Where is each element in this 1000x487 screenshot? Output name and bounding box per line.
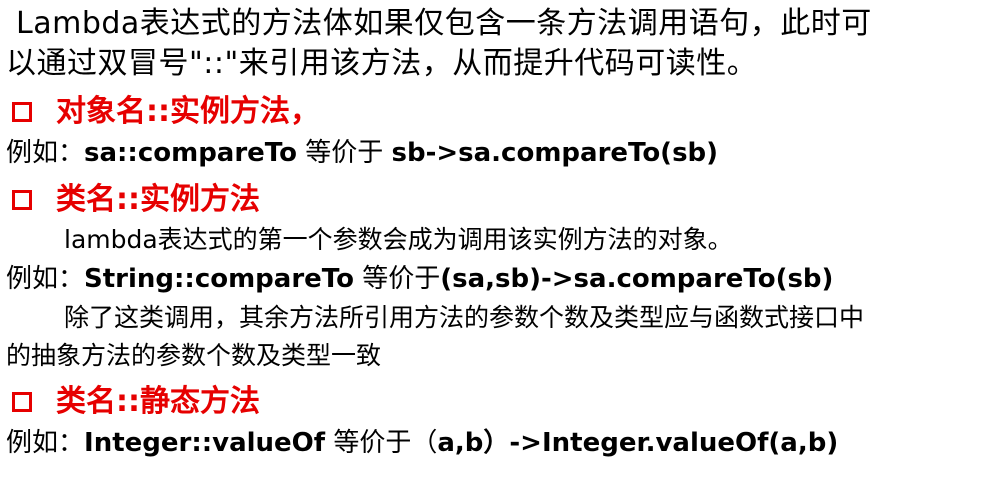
heading-text: 类名::静态方法	[56, 384, 260, 419]
square-bullet-icon	[12, 392, 32, 412]
note-param-match-line-1: 除了这类调用，其余方法所引用方法的参数个数及类型应与函数式接口中	[64, 303, 865, 332]
example-lambda: sb->sa.compareTo(sb)	[391, 138, 719, 168]
heading-text: 类名::实例方法	[56, 182, 260, 217]
intro-line-2: 以通过双冒号"::"来引用该方法，从而提升代码可读性。	[6, 46, 758, 81]
slide: Lambda表达式的方法体如果仅包含一条方法调用语句，此时可 以通过双冒号"::…	[0, 0, 1000, 487]
example-class-instance: 例如：String::compareTo 等价于(sa,sb)->sa.comp…	[6, 260, 994, 298]
example-prefix: 例如：	[6, 138, 85, 168]
note-first-param: lambda表达式的第一个参数会成为调用该实例方法的对象。	[64, 225, 733, 254]
example-method-ref: Integer::valueOf	[84, 428, 326, 458]
example-class-static: 例如：Integer::valueOf 等价于（a,b）->Integer.va…	[6, 424, 994, 462]
square-bullet-icon	[12, 102, 32, 122]
example-method-ref: String::compareTo	[84, 264, 354, 294]
example-object-instance: 例如：sa::compareTo 等价于 sb->sa.compareTo(sb…	[6, 134, 994, 172]
example-lambda: (sa,sb)->sa.compareTo(sb)	[440, 264, 834, 294]
example-equivalent-label: 等价于	[353, 264, 441, 294]
section-heading-object-instance: 对象名::实例方法，	[6, 92, 994, 132]
heading-text: 对象名::实例方法，	[56, 94, 320, 129]
example-method-ref: sa::compareTo	[84, 138, 297, 168]
square-bullet-icon	[12, 190, 32, 210]
note-param-match-line-2: 的抽象方法的参数个数及类型一致	[6, 341, 382, 370]
example-equivalent-label: 等价于	[296, 138, 392, 168]
section-heading-class-instance: 类名::实例方法	[6, 180, 994, 220]
example-lambda: a,b）->Integer.valueOf(a,b)	[437, 428, 839, 458]
example-prefix: 例如：	[6, 428, 85, 458]
section-heading-class-static: 类名::静态方法	[6, 382, 994, 422]
example-equivalent-label: 等价于（	[325, 428, 438, 458]
example-prefix: 例如：	[6, 264, 85, 294]
intro-line-1: Lambda表达式的方法体如果仅包含一条方法调用语句，此时可	[16, 6, 872, 41]
